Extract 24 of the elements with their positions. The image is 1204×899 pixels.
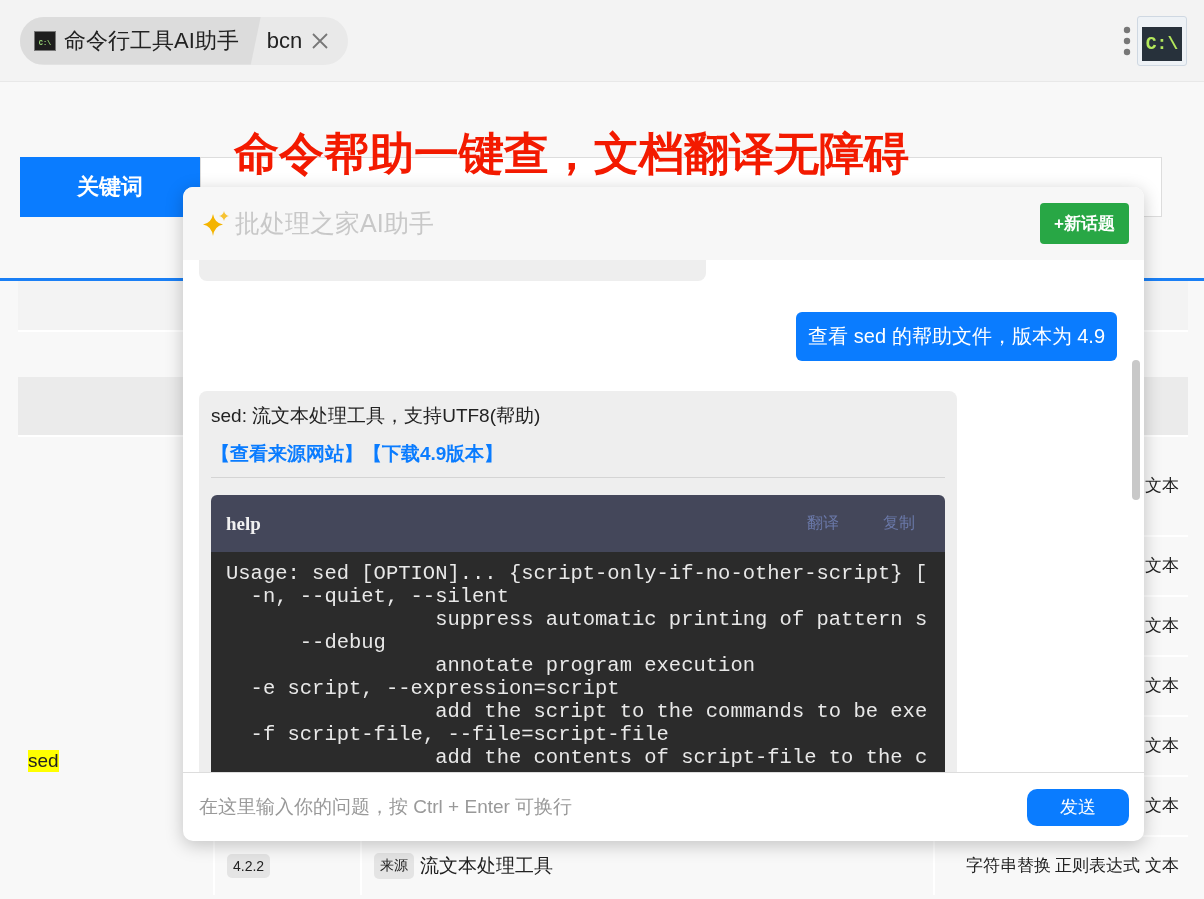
tag-list: 文本 xyxy=(1145,675,1179,697)
tag-list: 字符串替换 正则表达式 文本 xyxy=(965,855,1179,877)
code-line: annotate program execution xyxy=(434,654,756,677)
version-tag: 4.2.2 xyxy=(227,854,271,878)
keyword-label: 关键词 xyxy=(20,157,200,217)
tag-list: 文本 xyxy=(1145,475,1179,497)
description-text: 流文本处理工具 xyxy=(420,854,553,878)
tag-list: 文本 xyxy=(1145,795,1179,817)
code-line: -e script, --expression=script xyxy=(249,677,621,700)
tag-list: 文本 xyxy=(1145,555,1179,577)
code-line: -n, --quiet, --silent xyxy=(249,585,510,608)
code-line: -f script-file, --file=script-file xyxy=(249,723,670,746)
code-line: add the contents of script-file to the c xyxy=(434,746,929,769)
tag-list: 文本 xyxy=(1145,615,1179,637)
code-line: suppress automatic printing of pattern s xyxy=(434,608,929,631)
code-line: Usage: sed [OPTION]... {script-only-if-no-other-script} [ xyxy=(226,562,929,585)
code-title: help xyxy=(226,512,262,535)
command-name: sed xyxy=(28,750,59,772)
code-line: --debug xyxy=(298,631,387,654)
user-message: 查看 sed 的帮助文件，版本为 4.9 xyxy=(796,312,1117,361)
code-line: add the script to the commands to be exe xyxy=(434,700,929,723)
headline: 命令帮助一键查，文档翻译无障碍 xyxy=(234,127,909,181)
tag-list: 文本 xyxy=(1145,735,1179,757)
answer-text: sed: 流文本处理工具，支持UTF8(帮助) xyxy=(211,404,542,428)
